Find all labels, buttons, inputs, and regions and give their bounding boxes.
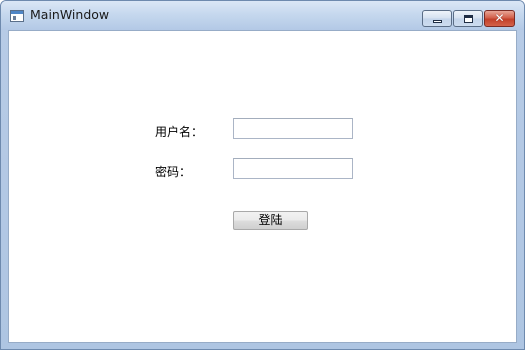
main-window: MainWindow ✕ 用户名： 密码： 登陆 bbox=[0, 0, 525, 350]
password-input[interactable] bbox=[233, 158, 353, 179]
caption-buttons: ✕ bbox=[421, 10, 515, 28]
close-icon: ✕ bbox=[494, 11, 505, 25]
minimize-icon bbox=[433, 20, 442, 23]
maximize-icon bbox=[464, 15, 473, 23]
close-button[interactable]: ✕ bbox=[484, 10, 515, 27]
username-label: 用户名： bbox=[155, 125, 204, 139]
maximize-button[interactable] bbox=[453, 10, 483, 27]
username-input[interactable] bbox=[233, 118, 353, 139]
title-bar[interactable]: MainWindow ✕ bbox=[1, 1, 524, 30]
minimize-button[interactable] bbox=[422, 10, 452, 27]
client-area: 用户名： 密码： 登陆 bbox=[8, 30, 517, 343]
window-title: MainWindow bbox=[30, 7, 110, 22]
window-app-icon[interactable] bbox=[10, 10, 24, 22]
password-label: 密码： bbox=[155, 165, 192, 179]
login-button[interactable]: 登陆 bbox=[233, 211, 308, 230]
